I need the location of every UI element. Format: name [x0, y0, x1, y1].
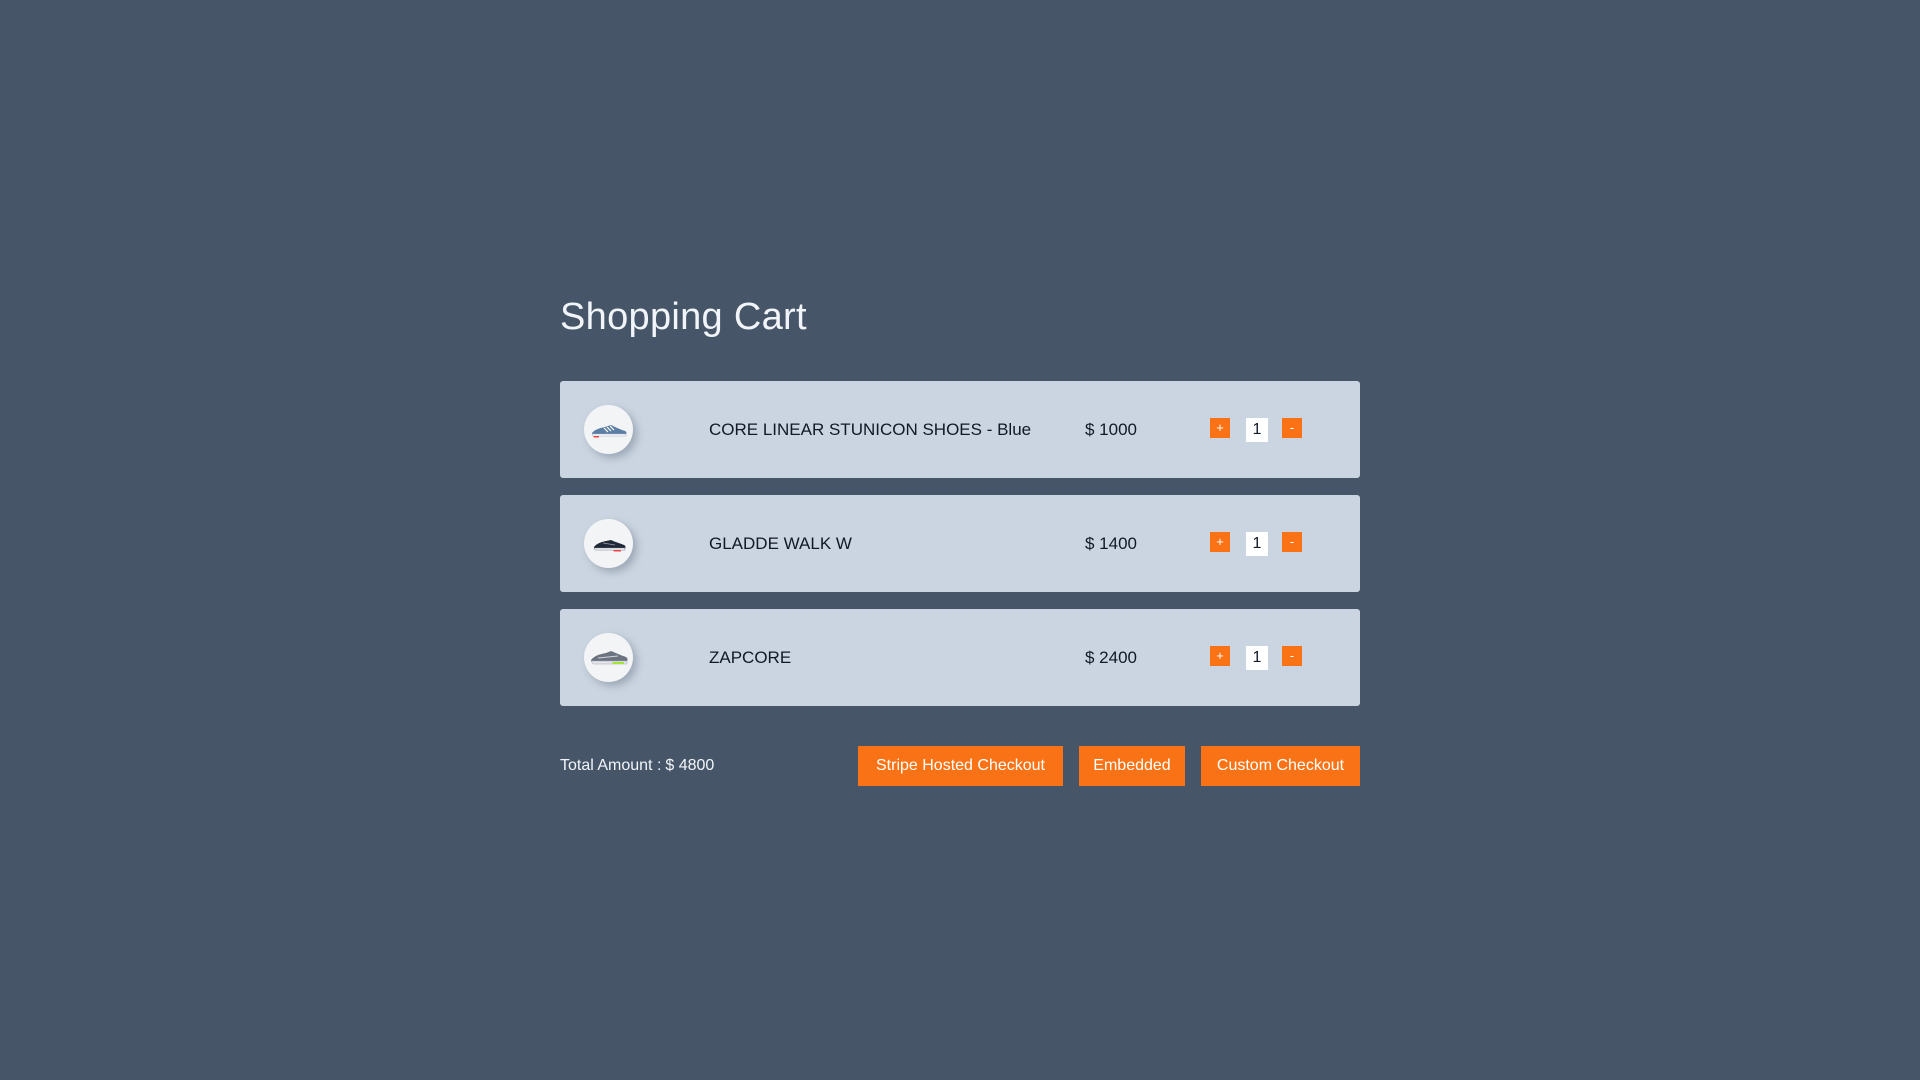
cart-container: Shopping Cart CORE LINEAR STUNICON SHOES… — [560, 290, 1360, 786]
product-price: $ 1000 — [1085, 420, 1137, 439]
decrease-quantity-button[interactable]: - — [1282, 646, 1302, 666]
cart-list: CORE LINEAR STUNICON SHOES - Blue $ 1000… — [560, 381, 1360, 706]
quantity-input[interactable] — [1246, 532, 1268, 556]
black-walking-shoe-icon — [593, 539, 625, 551]
cart-item: ZAPCORE $ 2400 + - — [560, 609, 1360, 706]
product-thumbnail — [584, 405, 633, 454]
blue-running-shoe-icon — [591, 424, 626, 437]
total-value: $ 4800 — [665, 757, 715, 774]
quantity-input[interactable] — [1246, 418, 1268, 442]
product-name: ZAPCORE — [709, 648, 792, 667]
increase-quantity-button[interactable]: + — [1210, 418, 1230, 438]
page-title: Shopping Cart — [560, 296, 807, 338]
grey-running-shoe-icon — [590, 650, 627, 664]
embedded-checkout-button[interactable]: Embedded — [1079, 746, 1185, 786]
total-label: Total Amount : — [560, 757, 662, 774]
stripe-hosted-checkout-button[interactable]: Stripe Hosted Checkout — [858, 746, 1063, 786]
quantity-input[interactable] — [1246, 646, 1268, 670]
decrease-quantity-button[interactable]: - — [1282, 418, 1302, 438]
custom-checkout-button[interactable]: Custom Checkout — [1201, 746, 1360, 786]
product-thumbnail — [584, 633, 633, 682]
product-thumbnail — [584, 519, 633, 568]
product-name: GLADDE WALK W — [709, 534, 852, 553]
product-price: $ 2400 — [1085, 648, 1137, 667]
increase-quantity-button[interactable]: + — [1210, 646, 1230, 666]
cart-footer: Total Amount : $ 4800 Stripe Hosted Check… — [560, 746, 1360, 786]
cart-item: CORE LINEAR STUNICON SHOES - Blue $ 1000… — [560, 381, 1360, 478]
total-amount: Total Amount : $ 4800 — [560, 746, 714, 786]
increase-quantity-button[interactable]: + — [1210, 532, 1230, 552]
decrease-quantity-button[interactable]: - — [1282, 532, 1302, 552]
product-name: CORE LINEAR STUNICON SHOES - Blue — [709, 420, 1032, 439]
product-price: $ 1400 — [1085, 534, 1137, 553]
cart-item: GLADDE WALK W $ 1400 + - — [560, 495, 1360, 592]
